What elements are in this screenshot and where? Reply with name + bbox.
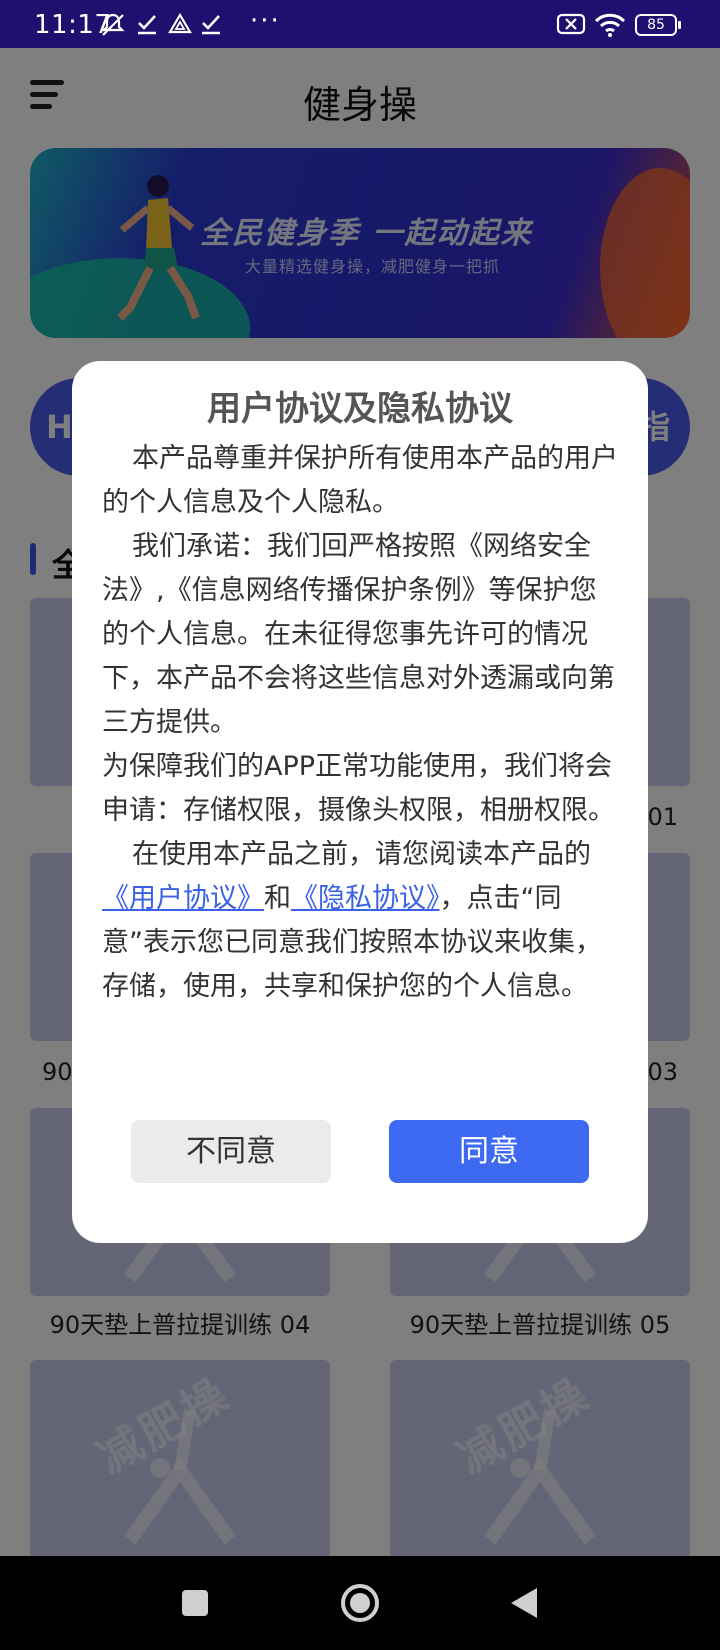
recents-square-icon[interactable] [145, 1556, 245, 1650]
check-icon [138, 15, 156, 35]
close-box-icon [556, 13, 586, 35]
check-icon [202, 15, 220, 35]
agreement-dialog: 用户协议及隐私协议 本产品尊重并保护所有使用本产品的用户的个人信息及个人隐私。 … [72, 361, 648, 1243]
user-agreement-link[interactable]: 《用户协议》 [102, 883, 264, 914]
status-bar: 11:17 ··· 85 [0, 0, 720, 48]
dialog-title: 用户协议及隐私协议 [207, 389, 513, 429]
home-circle-icon[interactable] [310, 1556, 410, 1650]
drive-icon [168, 12, 192, 34]
dialog-paragraph: 为保障我们的APP正常功能使用，我们将会申请：存储权限，摄像头权限，相册权限。 [102, 751, 615, 826]
system-navigation-bar [0, 1556, 720, 1650]
privacy-policy-link[interactable]: 《隐私协议》 [291, 883, 440, 914]
dialog-body: 本产品尊重并保护所有使用本产品的用户的个人信息及个人隐私。 我们承诺：我们回严格… [102, 437, 618, 1009]
dialog-paragraph: 在使用本产品之前，请您阅读本产品的《用户协议》和《隐私协议》，点击“同意”表示您… [102, 839, 602, 1002]
disagree-button[interactable]: 不同意 [131, 1120, 331, 1183]
battery-icon: 85 [635, 14, 681, 36]
dialog-paragraph: 我们承诺：我们回严格按照《网络安全法》,《信息网络传播保护条例》等保护您的个人信… [102, 531, 615, 738]
more-notifications-icon: ··· [250, 6, 281, 36]
mute-icon [101, 13, 125, 36]
wifi-icon [594, 13, 626, 37]
back-triangle-icon[interactable] [475, 1556, 575, 1650]
agree-button[interactable]: 同意 [389, 1120, 589, 1183]
dialog-paragraph: 本产品尊重并保护所有使用本产品的用户的个人信息及个人隐私。 [102, 443, 618, 518]
